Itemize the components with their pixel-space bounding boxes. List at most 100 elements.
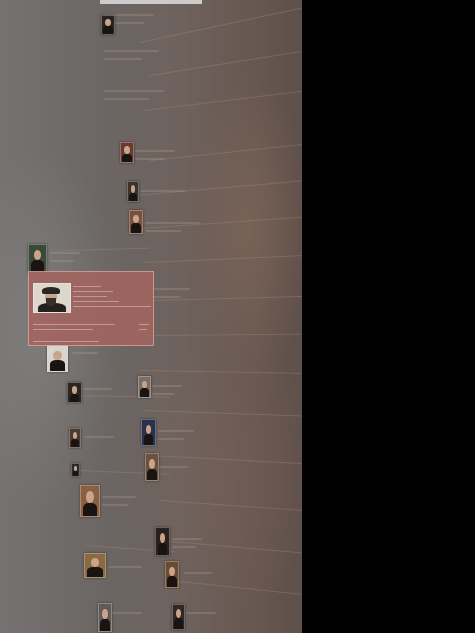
popup-text-line [139, 324, 149, 325]
portrait-body [129, 192, 137, 201]
portrait-face [53, 350, 62, 360]
portrait-body [69, 393, 80, 402]
portrait-body [100, 619, 110, 631]
timeline-streak [149, 333, 302, 336]
timeline-streak [144, 410, 302, 420]
event-text-line [135, 150, 175, 152]
portrait-8[interactable] [138, 376, 151, 398]
event-text-line [82, 388, 112, 390]
event-text-line [184, 572, 212, 574]
portrait-body [157, 543, 168, 555]
portrait-face [33, 249, 42, 261]
portrait-15[interactable] [84, 553, 106, 578]
popup-text-line [73, 301, 119, 302]
timeline-streak [159, 540, 302, 561]
portrait-body [174, 618, 183, 629]
event-text-line [135, 158, 165, 160]
portrait-face [72, 432, 78, 440]
portrait-face [86, 491, 94, 503]
event-text-line [152, 393, 174, 395]
portrait-5[interactable] [28, 244, 47, 273]
portrait-1[interactable] [101, 15, 115, 35]
popup-text-line [33, 341, 99, 342]
portrait-7[interactable] [67, 382, 82, 403]
timeline-streak [134, 175, 302, 196]
popup-text-line [73, 306, 151, 307]
portrait-body [143, 434, 154, 445]
timeline-streak [139, 370, 302, 376]
portrait-face [124, 146, 130, 154]
event-text-line [172, 546, 196, 548]
portrait-face [71, 386, 78, 394]
portrait-face [90, 558, 100, 567]
event-text-line [150, 288, 190, 290]
portrait-17[interactable] [98, 603, 112, 632]
event-text-line [104, 58, 142, 60]
portrait-12[interactable] [145, 453, 159, 481]
timeline-streak [169, 580, 302, 603]
portrait-body [83, 502, 97, 516]
popup-portrait [33, 283, 71, 313]
event-text-line [84, 436, 114, 438]
portrait-body [167, 576, 177, 587]
portrait-face [159, 532, 166, 544]
portrait-13[interactable] [80, 485, 100, 517]
event-text-line [158, 466, 188, 468]
event-text-line [150, 296, 180, 298]
portrait-2[interactable] [120, 142, 134, 163]
event-text-line [102, 496, 136, 498]
portrait-face [105, 19, 111, 27]
event-text-line [50, 260, 74, 262]
portrait-18[interactable] [172, 604, 185, 630]
portrait-face [149, 458, 155, 469]
timeline-view[interactable] [0, 0, 302, 633]
portrait-9[interactable] [69, 428, 81, 448]
event-text-line [72, 352, 98, 354]
event-text-line [108, 566, 142, 568]
portrait-body [50, 360, 65, 371]
popup-text-line [33, 324, 115, 325]
portrait-face [176, 609, 181, 619]
timeline-streak [144, 253, 302, 263]
event-text-line [102, 504, 128, 506]
portrait-face [102, 608, 108, 620]
portrait-body [147, 468, 157, 480]
portrait-6[interactable] [47, 345, 68, 372]
event-text-line [145, 222, 200, 224]
timeline-streak [149, 46, 302, 76]
event-text-line [104, 98, 149, 100]
popup-text-line [73, 296, 107, 297]
portrait-body [103, 26, 113, 34]
event-text-line [186, 612, 216, 614]
portrait-3[interactable] [127, 181, 139, 202]
event-text-line [50, 252, 80, 254]
event-text-line [104, 90, 164, 92]
popup-text-line [139, 329, 147, 330]
portrait-body [87, 566, 103, 577]
popup-portrait-hat [42, 287, 60, 294]
portrait-body [122, 153, 132, 162]
portrait-face [133, 214, 139, 224]
event-text-line [112, 612, 142, 614]
timeline-streak [69, 395, 170, 398]
portrait-4[interactable] [129, 210, 143, 234]
popup-text-line [73, 291, 113, 292]
portrait-14[interactable] [155, 527, 170, 556]
timeline-streak [159, 500, 302, 518]
event-popup-card[interactable] [28, 271, 154, 346]
horizontal-scrollbar[interactable] [100, 0, 202, 4]
event-text-line [104, 50, 159, 52]
event-text-line [152, 385, 182, 387]
event-text-line [158, 438, 184, 440]
popup-text-line [33, 329, 93, 330]
screen [0, 0, 475, 633]
timeline-streak [139, 2, 302, 43]
portrait-body [140, 388, 149, 397]
event-text-line [145, 230, 181, 232]
portrait-10[interactable] [141, 419, 156, 446]
portrait-body [71, 439, 79, 447]
portrait-16[interactable] [165, 561, 179, 588]
timeline-streak [144, 85, 302, 111]
portrait-11[interactable] [71, 463, 80, 477]
portrait-body [131, 223, 141, 233]
